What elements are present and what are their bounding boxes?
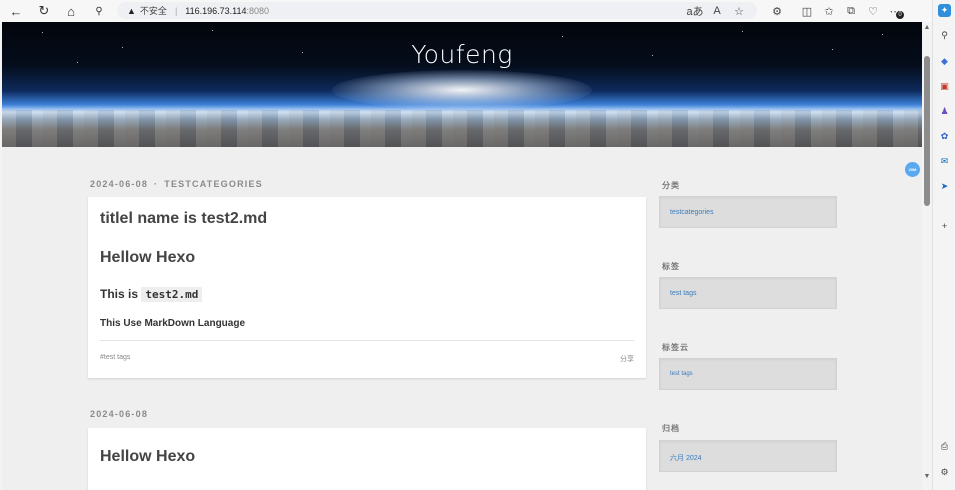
post-tag-link[interactable]: #test tags bbox=[100, 354, 130, 361]
collections-icon[interactable]: ⧉ bbox=[840, 0, 862, 22]
tools-icon[interactable]: ▣ bbox=[938, 80, 951, 93]
refresh-icon[interactable]: ↻ bbox=[33, 0, 55, 22]
text-size-icon[interactable]: A bbox=[706, 0, 728, 22]
tagcloud-link[interactable]: test tags bbox=[670, 371, 693, 377]
share-link[interactable]: 分享 bbox=[620, 354, 634, 364]
browser-tools: ⚙ ◫ ✩ ⧉ ♡ ⋯ 0 bbox=[766, 0, 906, 22]
tags-widget: test tags bbox=[659, 277, 837, 309]
star bbox=[562, 36, 563, 37]
tags-widget-title: 标签 bbox=[662, 262, 680, 271]
games-icon[interactable]: ♟ bbox=[938, 105, 951, 118]
add-icon[interactable]: + bbox=[938, 219, 951, 232]
address-bar[interactable]: ▲ 不安全 | 116.196.73.114 :8080 bbox=[117, 2, 757, 19]
post-card: titlel name is test2.md Hellow Hexo This… bbox=[88, 197, 646, 378]
category-link[interactable]: testcategories bbox=[670, 209, 714, 216]
favorite-star-icon[interactable]: ☆ bbox=[728, 0, 750, 22]
url-port: :8080 bbox=[246, 5, 270, 16]
favorites-icon[interactable]: ✩ bbox=[818, 0, 840, 22]
post-heading-3: This is test2.md bbox=[100, 287, 203, 302]
outlook-icon[interactable]: ✉ bbox=[938, 155, 951, 168]
page: Youfeng 2024-06-08 · TESTCATEGORIES titlel… bbox=[2, 22, 922, 490]
tagcloud-widget-title: 标签云 bbox=[662, 343, 689, 352]
page-scrollbar[interactable]: ▲ ▼ bbox=[922, 22, 932, 490]
post-heading-4: This Use MarkDown Language bbox=[100, 318, 246, 329]
floating-speed-badge[interactable]: 20M bbox=[905, 162, 920, 177]
microsoft-365-icon[interactable]: ✿ bbox=[938, 130, 951, 143]
notification-badge: 0 bbox=[896, 11, 904, 19]
more-menu-icon[interactable]: ⋯ 0 bbox=[884, 0, 906, 22]
post-divider bbox=[100, 340, 634, 341]
star bbox=[42, 32, 43, 33]
post-category[interactable]: TESTCATEGORIES bbox=[164, 179, 263, 189]
post-heading-1: Hellow Hexo bbox=[100, 249, 196, 266]
insecure-label: 不安全 bbox=[139, 6, 167, 16]
heading-3-text: This is bbox=[100, 287, 139, 301]
search-icon[interactable]: ⚲ bbox=[88, 0, 110, 22]
earth-glow bbox=[332, 70, 592, 110]
categories-widget: testcategories bbox=[659, 196, 837, 228]
extensions-icon[interactable]: ⚙ bbox=[766, 0, 788, 22]
copilot-icon[interactable]: ✦ bbox=[938, 4, 951, 17]
split-screen-icon[interactable]: ◫ bbox=[796, 0, 818, 22]
address-tools: aあ A ☆ bbox=[684, 0, 750, 22]
earth-clouds bbox=[2, 110, 922, 147]
star bbox=[882, 34, 883, 35]
header-banner: Youfeng bbox=[2, 22, 922, 147]
read-aloud-icon[interactable]: aあ bbox=[684, 0, 706, 22]
post-heading-1: Hellow Hexo bbox=[100, 448, 196, 465]
browser-toolbar: ← ↻ ⌂ ⚲ ▲ 不安全 | 116.196.73.114 :8080 aあ … bbox=[0, 0, 955, 22]
screenshot-icon[interactable]: ⎙ bbox=[938, 440, 951, 453]
back-icon[interactable]: ← bbox=[5, 0, 27, 22]
browser-essentials-icon[interactable]: ♡ bbox=[862, 0, 884, 22]
inline-code: test2.md bbox=[141, 287, 203, 302]
settings-gear-icon[interactable]: ⚙ bbox=[938, 466, 951, 479]
star bbox=[212, 30, 213, 31]
archive-widget: 六月 2024 bbox=[659, 440, 837, 472]
edge-sidebar: ✦ ⚲ ◆ ▣ ♟ ✿ ✉ ➤ + ⎙ ⚙ bbox=[932, 0, 955, 490]
site-title[interactable]: Youfeng bbox=[2, 40, 922, 69]
tagcloud-widget: test tags bbox=[659, 358, 837, 390]
categories-widget-title: 分类 bbox=[662, 181, 680, 190]
home-icon[interactable]: ⌂ bbox=[60, 0, 82, 22]
warning-icon: ▲ bbox=[127, 5, 136, 16]
star bbox=[742, 31, 743, 32]
post-title[interactable]: titlel name is test2.md bbox=[100, 210, 267, 228]
meta-separator: · bbox=[154, 179, 159, 189]
scroll-down-icon[interactable]: ▼ bbox=[922, 473, 932, 483]
url-host: 116.196.73.114 bbox=[185, 5, 247, 16]
search-icon[interactable]: ⚲ bbox=[938, 29, 951, 42]
post-date[interactable]: 2024-06-08 bbox=[90, 409, 148, 419]
shopping-tag-icon[interactable]: ◆ bbox=[938, 55, 951, 68]
scroll-thumb[interactable] bbox=[924, 56, 930, 206]
archive-link[interactable]: 六月 2024 bbox=[670, 453, 702, 463]
post-meta: 2024-06-08 bbox=[90, 409, 148, 419]
post-date[interactable]: 2024-06-08 bbox=[90, 179, 148, 189]
address-separator: | bbox=[174, 5, 178, 16]
send-icon[interactable]: ➤ bbox=[938, 180, 951, 193]
post-card: Hellow Hexo bbox=[88, 428, 646, 490]
archive-widget-title: 归档 bbox=[662, 424, 680, 433]
post-meta: 2024-06-08 · TESTCATEGORIES bbox=[90, 179, 263, 189]
tag-link[interactable]: test tags bbox=[670, 290, 696, 297]
scroll-up-icon[interactable]: ▲ bbox=[922, 24, 932, 34]
